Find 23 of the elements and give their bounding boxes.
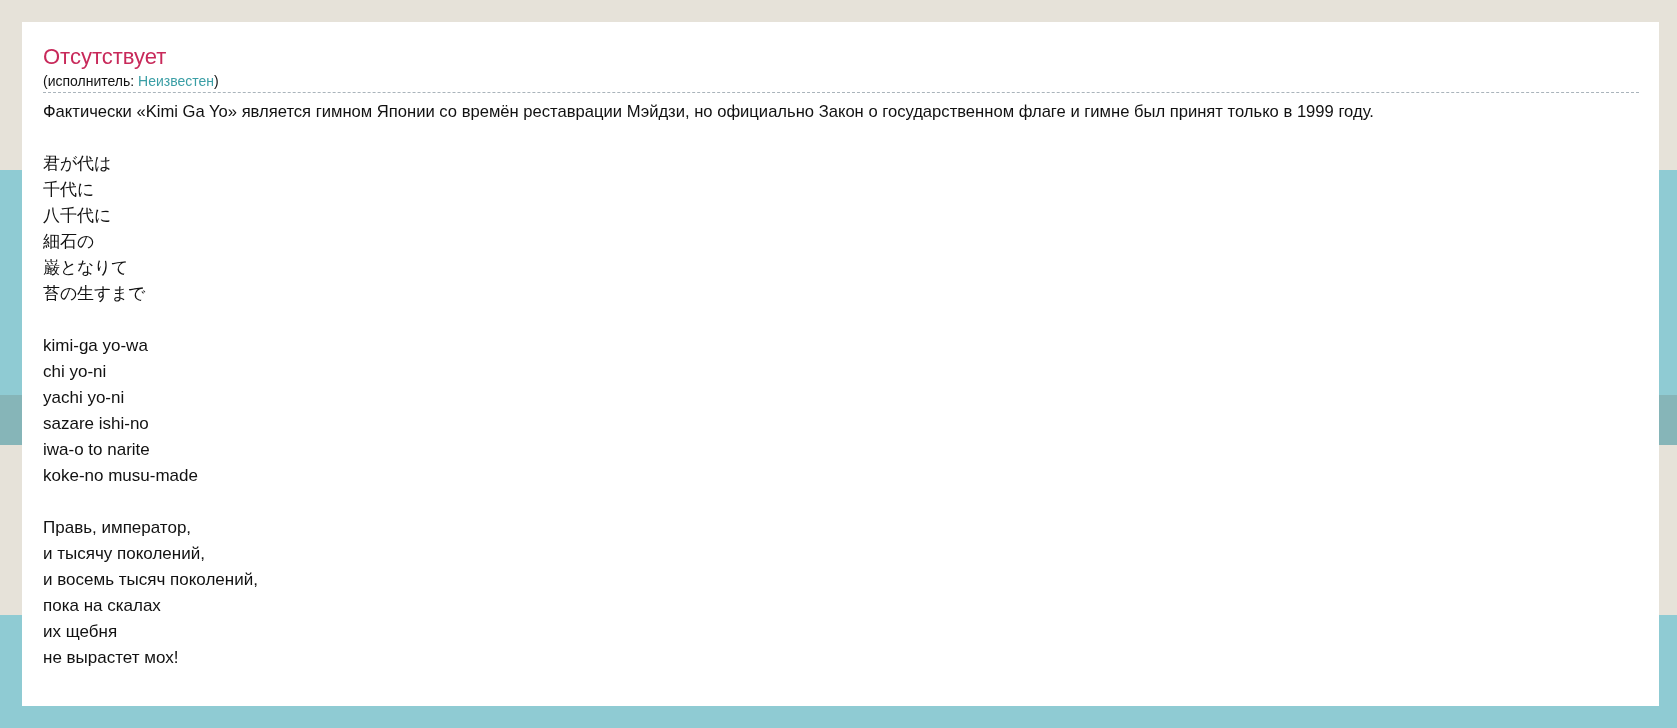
lyric-line: не вырастет мох!: [43, 647, 180, 669]
intro-text: Фактически «Kimi Ga Yo» является гимном Японии со времён реставрации Мэйдзи, но официально Закон о государственном флаге и гимне был принят только в 1999 году.: [43, 101, 1375, 123]
song-title: Отсутствует: [43, 43, 168, 71]
lyric-line: их щебня: [43, 621, 119, 643]
lyric-line: sazare ishi-no: [43, 413, 150, 435]
lyric-line: пока на скалах: [43, 595, 162, 617]
lyric-line: 君が代は: [43, 153, 112, 175]
lyric-line: iwa-o to narite: [43, 439, 151, 461]
lyric-line: Правь, император,: [43, 517, 193, 539]
lyric-line: 巌となりて: [43, 257, 129, 279]
lyric-line: и восемь тысяч поколений,: [43, 569, 259, 591]
lyric-line: yachi yo-ni: [43, 387, 126, 409]
artist-close: ): [214, 73, 219, 89]
lyric-line: и тысячу поколений,: [43, 543, 206, 565]
lyric-line: 八千代に: [43, 205, 112, 227]
lyric-line: 苔の生すまで: [43, 283, 146, 305]
lyric-line: kimi-ga yo-wa: [43, 335, 149, 357]
artist-label: (исполнитель:: [43, 73, 136, 89]
lyric-line: 千代に: [43, 179, 95, 201]
artist-link[interactable]: Неизвестен: [138, 73, 215, 89]
lyric-line: koke-no musu-made: [43, 465, 199, 487]
lyric-line: chi yo-ni: [43, 361, 108, 383]
lyric-line: 細石の: [43, 231, 95, 253]
